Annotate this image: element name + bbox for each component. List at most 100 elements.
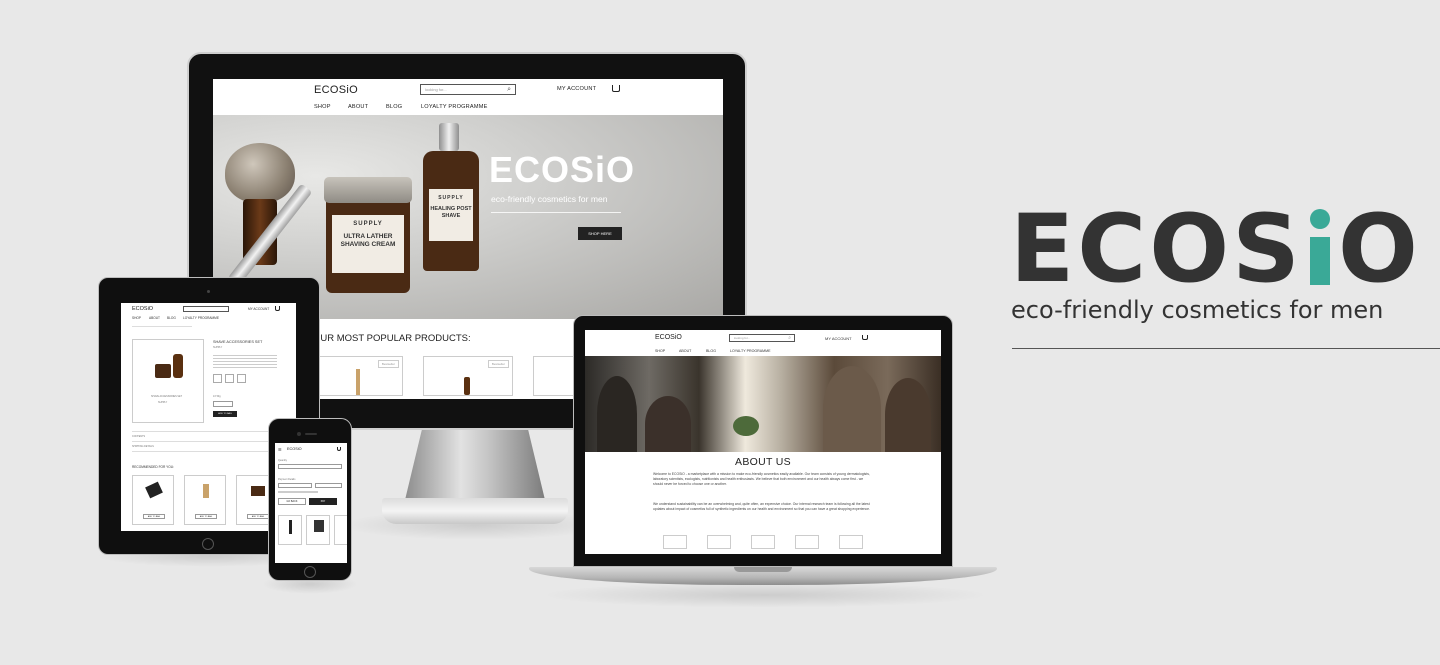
add-to-bag-button[interactable]: ADD TO BAG <box>247 514 269 519</box>
brand-logo-i: i <box>1303 195 1338 304</box>
nav-shop[interactable]: SHOP <box>314 104 331 110</box>
nav-shop[interactable]: SHOP <box>132 316 141 320</box>
laptop-device: ECOSiO looking for... ⌕ MY ACCOUNT SHOP … <box>573 315 953 567</box>
jar-label-brand: SUPPLY <box>353 221 383 227</box>
add-to-bag-button[interactable]: ADD TO BAG <box>213 411 237 417</box>
tablet-logo[interactable]: ECOSiO <box>132 306 153 312</box>
team-photo <box>585 356 941 452</box>
product-brand-label: SUPPLY <box>213 346 223 349</box>
product-image <box>314 520 324 532</box>
cart-icon[interactable] <box>612 85 620 92</box>
feature-icon <box>751 535 775 549</box>
nav-about[interactable]: ABOUT <box>679 349 691 353</box>
product-image <box>173 354 183 378</box>
laptop-my-account[interactable]: MY ACCOUNT <box>825 336 852 341</box>
section-contents[interactable]: CONTENTS <box>132 435 145 438</box>
nav-blog[interactable]: BLOG <box>706 349 716 353</box>
product-image <box>464 377 470 395</box>
nav-about[interactable]: ABOUT <box>348 104 368 110</box>
product-image <box>145 481 163 499</box>
product-image <box>356 369 360 395</box>
cart-icon[interactable] <box>275 306 280 311</box>
phone-screen: ☰ ECOSiO Quantity Payment Details GO BAC… <box>275 443 347 563</box>
desktop-logo[interactable]: ECOSiO <box>314 84 358 96</box>
add-to-bag-button[interactable]: ADD TO BAG <box>195 514 217 519</box>
about-paragraph-2: We understand sustainability can be an o… <box>653 502 870 511</box>
option-swatch[interactable] <box>237 374 246 383</box>
pay-button[interactable]: PAY <box>309 498 337 505</box>
tablet-camera <box>207 290 210 293</box>
hero-title: ECOSiO <box>489 149 636 190</box>
cart-icon[interactable] <box>862 335 868 340</box>
shop-here-button[interactable]: SHOP HERE <box>578 227 622 240</box>
product-card[interactable] <box>306 515 330 545</box>
menu-icon[interactable]: ☰ <box>278 447 282 452</box>
laptop-logo[interactable]: ECOSiO <box>655 334 682 341</box>
popular-heading: OUR MOST POPULAR PRODUCTS: <box>313 333 471 344</box>
brand-logo: ECOSiO <box>1010 200 1421 300</box>
product-card[interactable]: Bestseller <box>313 356 403 396</box>
search-icon[interactable]: ⌕ <box>507 85 511 94</box>
brand-logo-suffix: O <box>1338 195 1421 304</box>
nav-about[interactable]: ABOUT <box>149 316 160 320</box>
product-card[interactable] <box>278 515 302 545</box>
section-shipping[interactable]: SHIPPING DETAILS <box>132 445 154 448</box>
feature-icon <box>839 535 863 549</box>
bestseller-badge: Bestseller <box>377 360 399 368</box>
tablet-search-input[interactable] <box>183 306 229 312</box>
quantity-field[interactable] <box>278 464 342 469</box>
desktop-my-account[interactable]: MY ACCOUNT <box>557 86 596 92</box>
pump-head <box>439 123 459 151</box>
phone-device: ☰ ECOSiO Quantity Payment Details GO BAC… <box>268 418 352 581</box>
product-image <box>203 484 209 498</box>
jar-label: SUPPLY ULTRA LATHER SHAVING CREAM <box>332 215 404 273</box>
tablet-my-account[interactable]: MY ACCOUNT <box>248 307 269 311</box>
nav-loyalty[interactable]: LOYALTY PROGRAMME <box>730 349 771 353</box>
card-number-field[interactable] <box>278 483 312 488</box>
laptop-shadow <box>540 582 990 608</box>
nav-loyalty[interactable]: LOYALTY PROGRAMME <box>421 104 488 110</box>
nav-blog[interactable]: BLOG <box>386 104 402 110</box>
nav-shop[interactable]: SHOP <box>655 349 665 353</box>
go-back-button[interactable]: GO BACK <box>278 498 306 505</box>
product-image <box>251 486 265 496</box>
add-to-bag-button[interactable]: ADD TO BAG <box>143 514 165 519</box>
tablet-home-button[interactable] <box>202 538 214 550</box>
phone-home-button[interactable] <box>304 566 316 578</box>
checkbox-row[interactable] <box>278 491 318 493</box>
phone-speaker <box>305 433 317 435</box>
product-description <box>213 353 277 369</box>
breadcrumb <box>132 326 192 327</box>
product-card[interactable] <box>334 515 347 545</box>
bottle-label-name: HEALING POST SHAVE <box>430 206 472 219</box>
laptop-search-input[interactable]: looking for... ⌕ <box>729 334 795 342</box>
brand-i-stem <box>1310 237 1331 285</box>
recommended-card[interactable]: ADD TO BAG <box>132 475 174 525</box>
recommended-card[interactable]: ADD TO BAG <box>184 475 226 525</box>
shaving-cream-jar: SUPPLY ULTRA LATHER SHAVING CREAM <box>324 177 412 293</box>
plant <box>733 416 759 436</box>
product-brand: SUPPLY <box>158 401 168 404</box>
monitor-stand <box>405 430 545 500</box>
jar-label-name: ULTRA LATHER SHAVING CREAM <box>340 233 396 248</box>
hero-subtitle: eco-friendly cosmetics for men <box>491 194 608 204</box>
brand-logo-prefix: ECOS <box>1010 195 1303 304</box>
option-swatch[interactable] <box>213 374 222 383</box>
quantity-stepper[interactable] <box>213 401 233 407</box>
bottle-label: SUPPLY HEALING POST SHAVE <box>429 189 473 241</box>
about-us-heading: ABOUT US <box>735 456 791 468</box>
feature-icon <box>707 535 731 549</box>
search-icon[interactable]: ⌕ <box>788 335 791 341</box>
about-paragraph-1: Welcome to ECOSiO - a marketplace with a… <box>653 472 870 486</box>
bestseller-badge: Bestseller <box>487 360 509 368</box>
product-card[interactable]: Bestseller <box>423 356 513 396</box>
desktop-search-input[interactable]: looking for... ⌕ <box>420 84 516 95</box>
cart-icon[interactable] <box>337 447 341 451</box>
option-swatch[interactable] <box>225 374 234 383</box>
person-figure <box>645 396 691 452</box>
phone-camera <box>297 432 301 436</box>
nav-loyalty[interactable]: LOYALTY PROGRAMME <box>183 316 219 320</box>
nav-blog[interactable]: BLOG <box>167 316 176 320</box>
phone-logo[interactable]: ECOSiO <box>287 447 302 451</box>
expiry-field[interactable] <box>315 483 342 488</box>
